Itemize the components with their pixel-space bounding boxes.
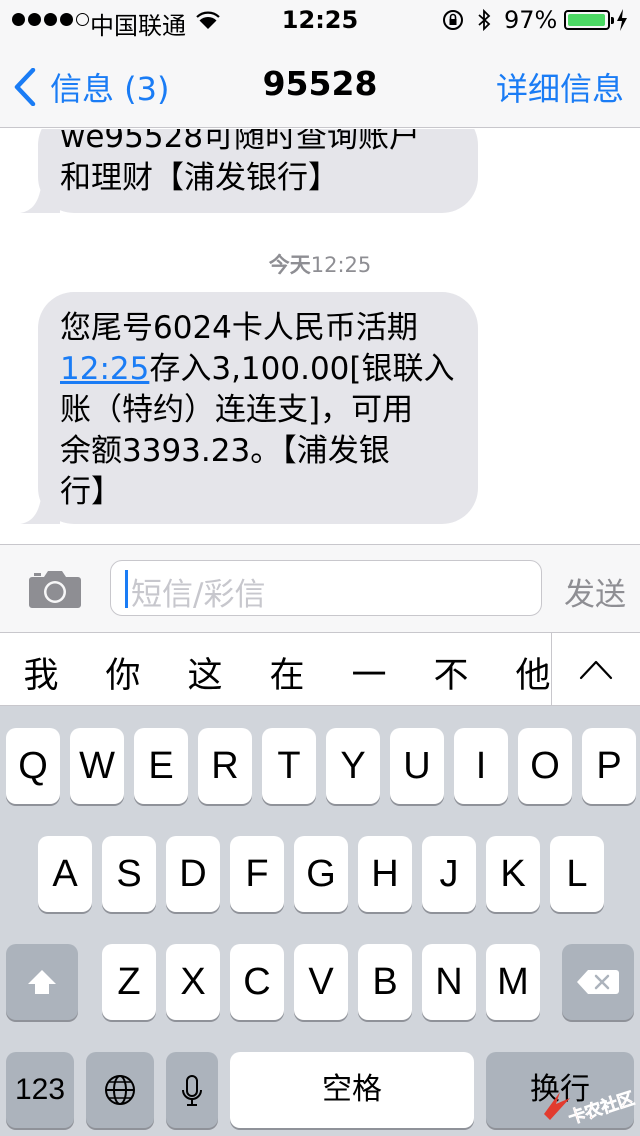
- candidate-word[interactable]: 他: [503, 647, 563, 698]
- message-text-line: 账（特约）连连支]，可用: [60, 392, 414, 428]
- microphone-icon: [182, 1075, 202, 1106]
- key-a[interactable]: A: [38, 836, 92, 912]
- key-e[interactable]: E: [134, 728, 188, 804]
- message-text-line: 12:25存入3,100.00[银联入: [60, 349, 456, 390]
- key-k[interactable]: K: [486, 836, 540, 912]
- candidate-bar: 我 你 这 在 一 不 他: [0, 632, 640, 706]
- rotation-lock-icon: [443, 10, 463, 30]
- message-thread[interactable]: we95528可随时查询账户 和理财【浦发银行】 今天12:25 您尾号6024…: [0, 129, 640, 544]
- message-text-line: we95528可随时查询账户: [60, 129, 421, 155]
- numbers-key[interactable]: 123: [6, 1052, 74, 1128]
- key-n[interactable]: N: [422, 944, 476, 1020]
- battery-icon: [564, 10, 614, 30]
- key-z[interactable]: Z: [102, 944, 156, 1020]
- bluetooth-icon: [478, 8, 491, 32]
- navigation-bar: 信息 (3) 95528 详细信息: [0, 40, 640, 128]
- timestamp-time: 12:25: [310, 253, 372, 277]
- timestamp-day: 今天: [268, 253, 311, 277]
- key-t[interactable]: T: [262, 728, 316, 804]
- chevron-up-icon[interactable]: [578, 657, 614, 681]
- space-key[interactable]: 空格: [230, 1052, 474, 1128]
- send-button[interactable]: 发送: [564, 569, 626, 614]
- message-input[interactable]: 短信/彩信: [110, 560, 542, 616]
- key-f[interactable]: F: [230, 836, 284, 912]
- key-q[interactable]: Q: [6, 728, 60, 804]
- status-bar: 中国联通 12:25 97%: [0, 0, 640, 40]
- dictation-key[interactable]: [166, 1052, 218, 1128]
- time-link[interactable]: 12:25: [60, 351, 149, 387]
- globe-key[interactable]: [86, 1052, 154, 1128]
- charging-icon: [617, 9, 627, 31]
- candidate-divider: [551, 633, 552, 705]
- battery-percentage: 97%: [504, 6, 558, 34]
- candidate-word[interactable]: 你: [93, 647, 153, 698]
- shift-icon: [28, 970, 56, 994]
- message-input-placeholder: 短信/彩信: [131, 577, 266, 613]
- bubble-tail: [20, 179, 60, 213]
- message-timestamp: 今天12:25: [0, 249, 640, 279]
- candidate-word[interactable]: 一: [339, 647, 399, 698]
- key-r[interactable]: R: [198, 728, 252, 804]
- message-bubble[interactable]: we95528可随时查询账户 和理财【浦发银行】: [20, 129, 478, 213]
- message-text-line: 行】: [60, 474, 122, 510]
- key-y[interactable]: Y: [326, 728, 380, 804]
- key-o[interactable]: O: [518, 728, 572, 804]
- key-c[interactable]: C: [230, 944, 284, 1020]
- key-m[interactable]: M: [486, 944, 540, 1020]
- key-g[interactable]: G: [294, 836, 348, 912]
- compose-bar: 短信/彩信 发送: [0, 544, 640, 632]
- key-x[interactable]: X: [166, 944, 220, 1020]
- message-text-line: 和理财【浦发银行】: [60, 160, 339, 196]
- key-u[interactable]: U: [390, 728, 444, 804]
- key-j[interactable]: J: [422, 836, 476, 912]
- bubble-tail: [20, 490, 60, 524]
- camera-icon[interactable]: [28, 567, 82, 609]
- key-v[interactable]: V: [294, 944, 348, 1020]
- keyboard: Q W E R T Y U I O P A S D F G H J K L Z …: [0, 706, 640, 1136]
- delete-key[interactable]: [562, 944, 634, 1020]
- key-w[interactable]: W: [70, 728, 124, 804]
- message-text-line: 余额3393.23。【浦发银: [60, 433, 390, 469]
- key-l[interactable]: L: [550, 836, 604, 912]
- svg-text:卡农社区: 卡农社区: [566, 1088, 637, 1124]
- key-d[interactable]: D: [166, 836, 220, 912]
- key-h[interactable]: H: [358, 836, 412, 912]
- globe-icon: [105, 1075, 135, 1105]
- message-bubble[interactable]: 您尾号6024卡人民币活期 12:25存入3,100.00[银联入 账（特约）连…: [20, 292, 478, 524]
- message-text-line: 您尾号6024卡人民币活期: [60, 310, 418, 346]
- shift-key[interactable]: [6, 944, 78, 1020]
- key-s[interactable]: S: [102, 836, 156, 912]
- key-i[interactable]: I: [454, 728, 508, 804]
- message-text-fragment: 存入3,100.00[银联入: [149, 351, 455, 387]
- text-cursor: [125, 570, 128, 608]
- candidate-word[interactable]: 这: [175, 647, 235, 698]
- candidate-word[interactable]: 在: [257, 647, 317, 698]
- candidate-word[interactable]: 我: [11, 647, 71, 698]
- details-button[interactable]: 详细信息: [496, 64, 624, 110]
- candidate-word[interactable]: 不: [421, 647, 481, 698]
- key-b[interactable]: B: [358, 944, 412, 1020]
- key-p[interactable]: P: [582, 728, 636, 804]
- watermark-logo: 卡农社区: [544, 1087, 637, 1124]
- backspace-icon: [577, 970, 619, 994]
